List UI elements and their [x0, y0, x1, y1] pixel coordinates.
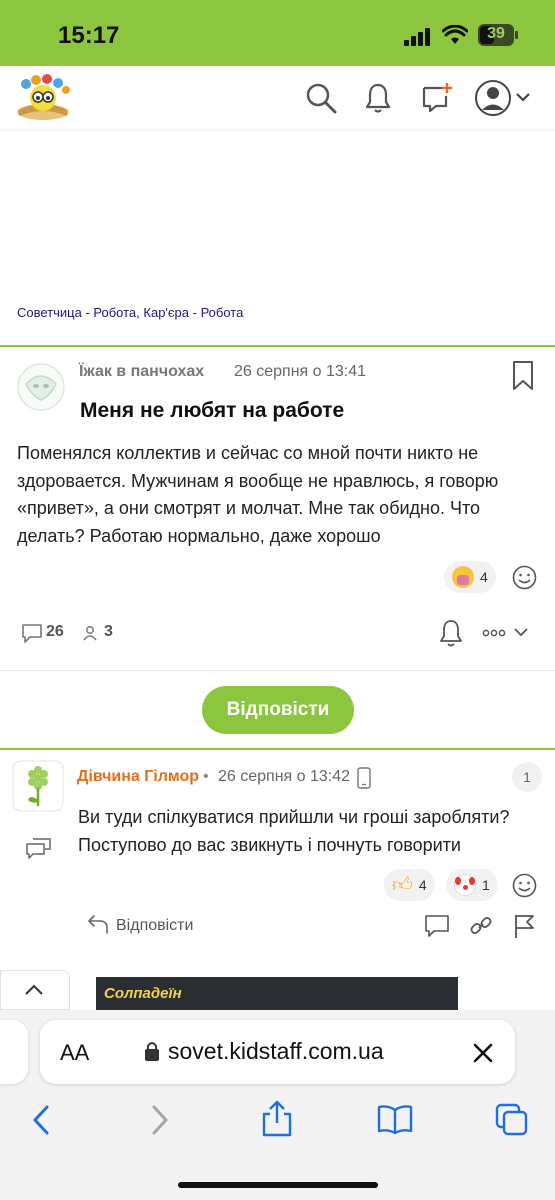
tabs-icon[interactable] — [494, 1102, 530, 1138]
scroll-to-top-tab[interactable] — [0, 970, 70, 1010]
report-flag-icon[interactable] — [512, 913, 536, 939]
comments-icon — [22, 624, 42, 643]
clear-url-icon[interactable] — [472, 1042, 494, 1064]
comment-date: 26 серпня о 13:42 — [218, 768, 351, 785]
ad-banner-text: Солпадеїн — [104, 985, 182, 1002]
post-author-name[interactable]: Їжак в панчохах — [79, 363, 204, 381]
more-options-icon[interactable] — [482, 626, 530, 640]
battery-icon: 39 — [478, 24, 514, 46]
user-menu-avatar[interactable] — [475, 79, 535, 117]
divider — [0, 670, 555, 671]
wifi-icon — [442, 25, 468, 44]
url-text[interactable]: sovet.kidstaff.com.ua — [168, 1038, 384, 1065]
breadcrumb: Советчица - Робота, Кар'єра - Робота — [17, 305, 243, 320]
chevron-up-icon — [25, 984, 43, 995]
add-reaction-icon[interactable] — [512, 565, 537, 590]
post-reaction-count: 4 — [480, 569, 488, 585]
forward-icon[interactable] — [148, 1104, 172, 1136]
comment-reaction-chip-thumbs[interactable]: 👍︎ 4 — [384, 869, 435, 901]
clown-face-emoji-icon — [454, 874, 476, 896]
comment-meta-separator: • — [203, 768, 209, 785]
reply-button[interactable]: Відповісти — [202, 686, 354, 734]
breadcrumb-item-career[interactable]: Робота, Кар'єра — [93, 305, 189, 320]
bookmarks-icon[interactable] — [376, 1104, 414, 1136]
comment-reaction-count-thumbs: 4 — [418, 877, 427, 893]
text-size-button[interactable]: AA — [60, 1040, 89, 1066]
comment-reaction-chip-clown[interactable]: 1 — [446, 869, 498, 901]
battery-level: 39 — [487, 25, 505, 42]
comments-count: 26 — [46, 623, 64, 640]
participants-icon — [83, 626, 97, 641]
post-reaction-chip[interactable]: 4 — [444, 561, 496, 593]
post-title: Меня не любят на работе — [80, 399, 345, 422]
site-header — [0, 66, 555, 130]
comment-bubble-icon[interactable] — [423, 913, 451, 939]
site-logo-icon[interactable] — [14, 72, 72, 122]
breadcrumb-separator: - — [189, 305, 201, 320]
home-indicator — [178, 1182, 378, 1188]
lock-icon — [145, 1042, 159, 1061]
breadcrumb-item-sovetchitsa[interactable]: Советчица — [17, 305, 82, 320]
post-body: Поменялся коллектив и сейчас со мной поч… — [17, 443, 499, 546]
reply-arrow-icon[interactable] — [86, 915, 110, 937]
previous-tab-preview[interactable] — [0, 1020, 28, 1084]
breadcrumb-separator: - — [81, 305, 94, 320]
participants-count: 3 — [104, 623, 113, 640]
comment-reaction-count-clown: 1 — [482, 877, 490, 893]
quote-comment-icon[interactable] — [25, 836, 53, 860]
subscribe-bell-icon[interactable] — [438, 618, 464, 648]
copy-link-icon[interactable] — [469, 914, 493, 938]
post-author-avatar[interactable] — [16, 362, 66, 412]
comment-reply-link[interactable]: Відповісти — [116, 917, 193, 935]
notifications-bell-icon[interactable] — [364, 82, 392, 114]
add-reaction-icon[interactable] — [512, 873, 537, 898]
mobile-device-icon — [357, 767, 371, 789]
post-date: 26 серпня о 13:41 — [234, 363, 367, 380]
status-time: 15:17 — [58, 22, 120, 49]
comment-author-name[interactable]: Дівчина Гілмор — [77, 768, 199, 786]
bookmark-icon[interactable] — [511, 360, 535, 392]
back-icon[interactable] — [29, 1104, 53, 1136]
status-bar: 15:17 39 — [0, 0, 555, 66]
woman-shrugging-emoji-icon — [452, 566, 474, 588]
thumbs-up-emoji-icon: 👍︎ — [392, 874, 413, 896]
signal-icon — [404, 28, 430, 46]
share-icon[interactable] — [260, 1100, 294, 1138]
breadcrumb-item-work[interactable]: Робота — [201, 305, 244, 320]
comment-author-avatar[interactable] — [12, 760, 64, 812]
comments-divider — [0, 748, 555, 750]
new-message-icon[interactable] — [420, 80, 454, 114]
search-icon[interactable] — [305, 82, 337, 114]
comment-number[interactable]: 1 — [512, 762, 542, 792]
comment-text: Ви туди спілкуватися прийшли чи гроші за… — [78, 807, 510, 855]
